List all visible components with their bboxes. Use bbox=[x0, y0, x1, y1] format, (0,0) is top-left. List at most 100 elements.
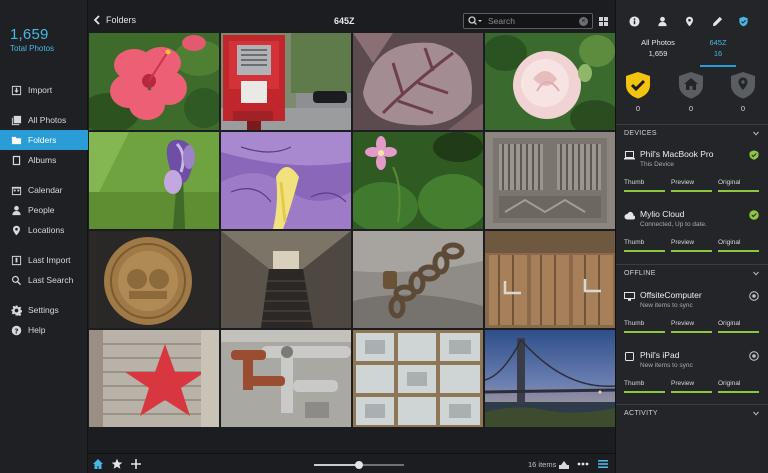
level-preview[interactable]: Preview bbox=[671, 239, 712, 252]
sidebar-item-settings[interactable]: Settings bbox=[0, 300, 88, 320]
level-thumb[interactable]: Thumb bbox=[624, 239, 665, 252]
search-input[interactable]: Search × bbox=[463, 13, 593, 29]
album-icon bbox=[10, 154, 22, 166]
photo-thumbnail-hibiscus[interactable] bbox=[89, 33, 219, 130]
sidebar-item-label: Last Import bbox=[28, 255, 71, 265]
desktop-icon bbox=[624, 292, 635, 301]
level-original[interactable]: Original bbox=[718, 380, 759, 393]
level-preview[interactable]: Preview bbox=[671, 380, 712, 393]
stat-label: 645Z bbox=[709, 38, 727, 47]
photo-thumbnail-frosted-leaf[interactable] bbox=[353, 33, 483, 130]
photo-thumbnail-star-graffiti[interactable] bbox=[89, 330, 219, 427]
photo-thumbnail-pink-wildflower[interactable] bbox=[353, 132, 483, 229]
photo-thumbnail-metal-door[interactable] bbox=[485, 132, 615, 229]
sidebar-item-help[interactable]: ? Help bbox=[0, 320, 88, 340]
photo-thumbnail-purple-iris[interactable] bbox=[221, 132, 351, 229]
tab-location[interactable] bbox=[682, 14, 696, 28]
info-panel: All Photos 1,659 645Z 16 0 0 0 DEVICES P… bbox=[615, 0, 768, 473]
pending-sync-icon bbox=[749, 291, 759, 301]
synced-shield-icon bbox=[749, 150, 759, 160]
synced-check-icon bbox=[749, 210, 759, 220]
calendar-icon bbox=[10, 184, 22, 196]
sidebar-item-all-photos[interactable]: All Photos bbox=[0, 110, 88, 130]
zoom-slider-handle[interactable] bbox=[355, 461, 363, 469]
laptop-icon bbox=[624, 151, 635, 160]
photo-thumbnail-chain-lock[interactable] bbox=[353, 231, 483, 328]
shield-icon bbox=[738, 16, 748, 26]
devices-section-header[interactable]: DEVICES bbox=[616, 124, 768, 138]
protection-shield-warning-icon[interactable] bbox=[625, 71, 651, 99]
sidebar-item-label: All Photos bbox=[28, 115, 67, 125]
device-status-text: New items to sync bbox=[640, 362, 693, 369]
section-title: ACTIVITY bbox=[624, 410, 658, 417]
section-title: DEVICES bbox=[624, 130, 657, 137]
clear-search-icon[interactable]: × bbox=[579, 16, 588, 26]
protection-shield-home-icon[interactable] bbox=[678, 71, 704, 99]
list-menu-icon[interactable] bbox=[597, 458, 609, 470]
page-title: 645Z bbox=[334, 16, 355, 26]
plus-icon[interactable] bbox=[130, 458, 142, 470]
photo-thumbnail-barn-doors[interactable] bbox=[485, 231, 615, 328]
tab-edit[interactable] bbox=[710, 14, 724, 28]
photo-grid bbox=[88, 33, 615, 429]
level-thumb[interactable]: Thumb bbox=[624, 380, 665, 393]
pending-sync-icon bbox=[749, 351, 759, 361]
share-icon[interactable] bbox=[558, 458, 570, 470]
sync-levels: Thumb Preview Original bbox=[624, 320, 761, 334]
grid-view-icon[interactable] bbox=[599, 17, 608, 26]
home-icon[interactable] bbox=[92, 458, 104, 470]
sidebar-item-label: Settings bbox=[28, 305, 59, 315]
import-icon bbox=[10, 84, 22, 96]
photo-thumbnail-purple-bud[interactable] bbox=[89, 132, 219, 229]
help-icon: ? bbox=[10, 324, 22, 336]
sidebar-item-import[interactable]: Import bbox=[0, 80, 88, 100]
level-original[interactable]: Original bbox=[718, 179, 759, 192]
photo-thumbnail-pink-rose[interactable] bbox=[485, 33, 615, 130]
sidebar-item-calendar[interactable]: Calendar bbox=[0, 180, 88, 200]
stat-value: 1,659 bbox=[648, 49, 668, 58]
stat-current-folder[interactable]: 645Z 16 bbox=[700, 38, 736, 58]
stat-all-photos[interactable]: All Photos 1,659 bbox=[636, 38, 680, 58]
level-thumb[interactable]: Thumb bbox=[624, 179, 665, 192]
device-status-text: New items to sync bbox=[640, 302, 693, 309]
protection-shield-location-icon[interactable] bbox=[730, 71, 756, 99]
stat-label: All Photos bbox=[641, 38, 675, 47]
back-button[interactable]: Folders bbox=[93, 15, 136, 25]
photo-thumbnail-subway-escalator[interactable] bbox=[221, 231, 351, 328]
tab-protection[interactable] bbox=[736, 14, 750, 28]
level-preview[interactable]: Preview bbox=[671, 179, 712, 192]
level-original[interactable]: Original bbox=[718, 239, 759, 252]
sidebar-item-folders[interactable]: Folders bbox=[0, 130, 88, 150]
sidebar-item-locations[interactable]: Locations bbox=[0, 220, 88, 240]
sidebar-item-last-import[interactable]: Last Import bbox=[0, 250, 88, 270]
offline-section-header[interactable]: OFFLINE bbox=[616, 264, 768, 278]
photo-thumbnail-pipes[interactable] bbox=[221, 330, 351, 427]
photo-thumbnail-bronze-coin[interactable] bbox=[89, 231, 219, 328]
person-icon bbox=[10, 204, 22, 216]
tab-people[interactable] bbox=[655, 14, 669, 28]
sidebar-item-last-search[interactable]: Last Search bbox=[0, 270, 88, 290]
activity-section-header[interactable]: ACTIVITY bbox=[616, 404, 768, 418]
zoom-slider[interactable] bbox=[314, 461, 404, 469]
level-preview[interactable]: Preview bbox=[671, 320, 712, 333]
photo-thumbnail-bridge-sunset[interactable] bbox=[485, 330, 615, 427]
level-original[interactable]: Original bbox=[718, 320, 759, 333]
selected-stat-indicator bbox=[700, 65, 736, 67]
sidebar-item-label: Help bbox=[28, 325, 46, 335]
protection-status: 0 0 0 bbox=[616, 70, 768, 120]
photo-thumbnail-fire-alarm-box[interactable] bbox=[221, 33, 351, 130]
protection-count: 0 bbox=[688, 104, 694, 113]
pencil-icon bbox=[712, 16, 722, 26]
sidebar-item-label: Folders bbox=[28, 135, 57, 145]
location-pin-icon bbox=[10, 224, 22, 236]
more-icon[interactable] bbox=[577, 458, 589, 470]
total-photos: 1,659 Total Photos bbox=[0, 0, 87, 53]
star-icon[interactable] bbox=[111, 458, 123, 470]
sidebar-item-albums[interactable]: Albums bbox=[0, 150, 88, 170]
chevron-down-icon bbox=[753, 411, 759, 416]
photo-thumbnail-glass-blocks[interactable] bbox=[353, 330, 483, 427]
level-thumb[interactable]: Thumb bbox=[624, 320, 665, 333]
tab-info[interactable] bbox=[627, 14, 641, 28]
sync-levels: Thumb Preview Original bbox=[624, 179, 761, 193]
sidebar-item-people[interactable]: People bbox=[0, 200, 88, 220]
